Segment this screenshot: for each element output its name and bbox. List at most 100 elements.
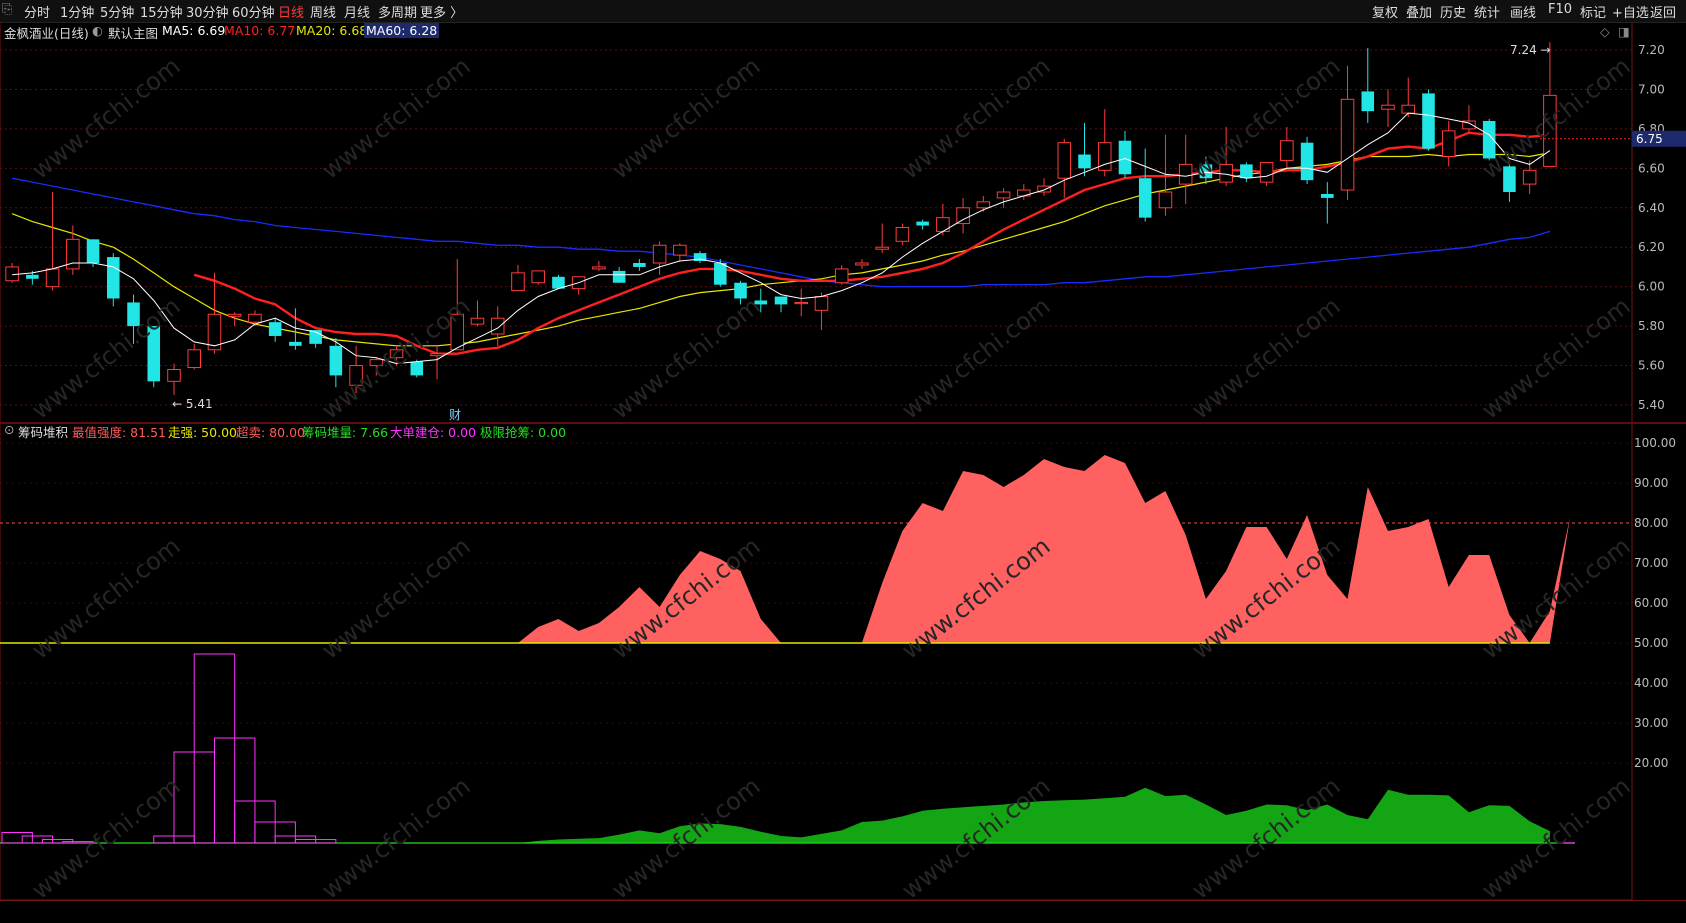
candle-body-up (794, 301, 809, 305)
toolbar-60min[interactable]: 60分钟 (232, 2, 275, 21)
candle-body-up (855, 262, 869, 266)
period-toolbar: ⎘ 分时 1分钟 5分钟 15分钟 30分钟 60分钟 日线 周线 月线 多周期 更多 〉 复权 叠加… (0, 0, 1686, 23)
template-icon[interactable]: ◐ (92, 23, 103, 38)
date-axis (0, 900, 1686, 923)
indicator-collapse-icon[interactable]: ⊙ (4, 422, 14, 437)
indicator-value-0: 最值强度: 81.51 (72, 425, 166, 440)
toolbar-15min[interactable]: 15分钟 (140, 2, 183, 21)
price-tick-label: 5.80 (1638, 319, 1665, 333)
indicator-name[interactable]: 筹码堆积 (18, 422, 68, 441)
price-tick-label: 6.20 (1638, 240, 1665, 254)
ma60-line (11, 177, 1551, 288)
candle-body-down (774, 296, 788, 305)
price-tick-label: 5.60 (1638, 359, 1665, 373)
toolbar-f10[interactable]: F10 (1548, 2, 1572, 17)
candle-body-up (1259, 161, 1274, 183)
toolbar-overlay[interactable]: 叠加 (1406, 2, 1432, 21)
toolbar-monthly[interactable]: 月线 (344, 2, 370, 21)
stepper-bar (1, 832, 33, 844)
indicator-tick-label: 20.00 (1634, 756, 1668, 770)
toolbar-statistics[interactable]: 统计 (1474, 2, 1500, 21)
template-label[interactable]: 默认主图 (108, 23, 158, 42)
candle-body-up (996, 191, 1011, 199)
candle-body-up (1401, 104, 1416, 114)
watermark: www.cfchi.com (896, 52, 1055, 185)
candle-body-down (1078, 154, 1091, 169)
menu-icon[interactable]: ⎘ (2, 2, 12, 17)
toolbar-weekly[interactable]: 周线 (310, 2, 336, 21)
indicator-tick-label: 90.00 (1634, 476, 1668, 490)
current-price-label: 6.75 (1636, 132, 1663, 146)
price-tick-label: 7.00 (1638, 82, 1665, 96)
indicator-tick-label: 50.00 (1634, 636, 1668, 650)
indicator-value-2: 超卖: 80.00 (236, 425, 305, 440)
candle-body-up (531, 270, 545, 284)
toolbar-30min[interactable]: 30分钟 (186, 2, 229, 21)
candle-body-up (430, 353, 444, 357)
candle-body-up (976, 201, 991, 209)
candle-body-down (633, 263, 646, 267)
candle-body-up (1158, 191, 1173, 209)
price-tick-label: 6.60 (1638, 161, 1665, 175)
indicator-tick-label: 80.00 (1634, 516, 1668, 530)
candle-body-up (956, 207, 970, 225)
window-icon[interactable]: ◨ (1618, 24, 1630, 39)
candle-body-down (410, 361, 424, 376)
candle-body-down (268, 322, 282, 336)
candle-body-up (814, 296, 829, 311)
toolbar-drawing[interactable]: 画线 (1510, 2, 1536, 21)
price-tick-label: 5.40 (1638, 398, 1665, 412)
candle-body-down (1361, 91, 1375, 112)
indicator-value-5: 极限抢筹: 0.00 (480, 425, 567, 440)
chart-canvas[interactable]: 7.207.006.806.606.406.206.005.805.605.40… (0, 0, 1686, 922)
watermark: www.cfchi.com (26, 532, 185, 665)
candle-body-up (1522, 169, 1537, 185)
ma60-label: MA60: 6.28 (364, 23, 440, 38)
watermark: www.cfchi.com (316, 532, 475, 665)
candle-body-up (1340, 98, 1355, 191)
watermark: www.cfchi.com (316, 52, 475, 185)
low-label: ← 5.41 (172, 397, 213, 411)
candle-body-down (329, 345, 343, 376)
toolbar-history[interactable]: 历史 (1440, 2, 1466, 21)
candle-body-up (673, 244, 687, 256)
toolbar-daily[interactable]: 日线 (278, 2, 304, 21)
candle-body-down (1300, 142, 1314, 181)
price-tick-label: 6.40 (1638, 201, 1665, 215)
indicator-value-1: 走强: 50.00 (168, 425, 237, 440)
indicator-tick-label: 30.00 (1634, 716, 1668, 730)
diamond-icon[interactable]: ◇ (1600, 24, 1610, 39)
candle-body-down (612, 270, 626, 283)
candle-body-up (45, 268, 60, 288)
price-tick-label: 6.00 (1638, 280, 1665, 294)
candle-body-down (1321, 193, 1334, 198)
indicator-tick-label: 60.00 (1634, 596, 1668, 610)
watermark: www.cfchi.com (26, 52, 185, 185)
toolbar-intraday[interactable]: 分时 (24, 2, 50, 21)
candle-body-up (895, 227, 910, 242)
toolbar-more[interactable]: 更多 〉 (420, 2, 463, 21)
candle-body-down (1240, 164, 1253, 179)
toolbar-5min[interactable]: 5分钟 (100, 2, 134, 21)
chart-frame (0, 21, 1633, 901)
toolbar-mark[interactable]: 标记 (1580, 2, 1606, 21)
candle-body-down (1138, 178, 1152, 218)
indicator-tick-label: 40.00 (1634, 676, 1668, 690)
watermark: www.cfchi.com (26, 772, 185, 905)
toolbar-adjust[interactable]: 复权 (1372, 2, 1398, 21)
candle-body-down (916, 221, 929, 226)
toolbar-back[interactable]: 返回 (1650, 2, 1676, 21)
candle-body-up (470, 317, 485, 325)
toolbar-multi-period[interactable]: 多周期 (378, 2, 417, 21)
candle-body-up (5, 266, 19, 282)
candle-body-up (167, 369, 181, 382)
toolbar-add-watchlist[interactable]: +自选 (1612, 2, 1649, 21)
candle-body-up (1057, 142, 1072, 179)
candle-body-down (86, 239, 100, 263)
candle-body-up (1280, 140, 1294, 161)
candle-body-down (107, 257, 120, 299)
watermark: www.cfchi.com (316, 772, 475, 905)
toolbar-1min[interactable]: 1分钟 (60, 2, 94, 21)
candle-body-up (1381, 104, 1395, 110)
candle-body-up (227, 313, 242, 317)
